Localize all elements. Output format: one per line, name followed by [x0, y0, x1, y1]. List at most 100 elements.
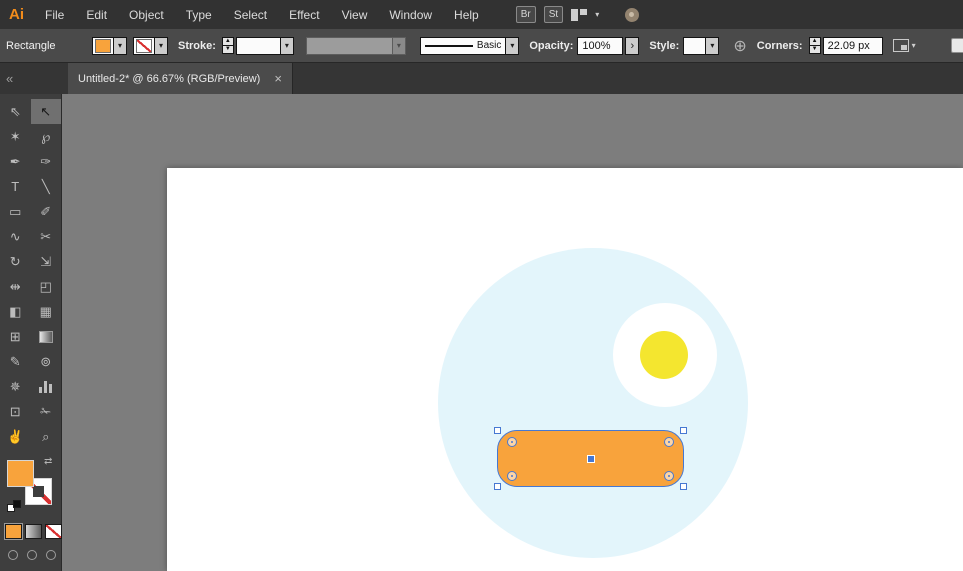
rectangle-tool[interactable]: ▭	[0, 199, 31, 224]
bridge-button[interactable]: Br	[516, 6, 536, 23]
shape-builder-tool[interactable]: ◧	[0, 299, 31, 324]
none-button[interactable]	[45, 524, 62, 539]
swap-fill-stroke-icon[interactable]: ⇄	[44, 456, 52, 467]
magic-wand-tool[interactable]: ✶	[0, 124, 31, 149]
isolate-selected-object-icon[interactable]	[893, 39, 909, 52]
chevron-down-icon[interactable]: ▾	[154, 38, 167, 54]
corner-radius-widget-bottom-right[interactable]	[664, 471, 674, 481]
workspace: ⇖ ↖ ✶ ℘ ✒ ✑ T ╲ ▭ ✐ ∿ ✂ ↻ ⇲ ⇹ ◰ ◧ ▦ ⊞ ✎	[0, 94, 963, 571]
zoom-tool[interactable]: ⌕	[31, 424, 62, 449]
pen-tool[interactable]: ✒	[0, 149, 31, 174]
curvature-tool[interactable]: ✑	[31, 149, 62, 174]
menu-select[interactable]: Select	[223, 8, 278, 22]
type-tool[interactable]: T	[0, 174, 31, 199]
corner-radius-input[interactable]: 22.09 px	[823, 37, 883, 55]
shaper-tool[interactable]: ∿	[0, 224, 31, 249]
collapse-tools-panel-icon[interactable]: «	[0, 63, 68, 94]
draw-inside-icon[interactable]	[46, 550, 56, 560]
menu-effect[interactable]: Effect	[278, 8, 330, 22]
menu-object[interactable]: Object	[118, 8, 175, 22]
selection-handle-bottom-right[interactable]	[680, 483, 687, 490]
slice-tool[interactable]: ✁	[31, 399, 62, 424]
controlbar-right-icons: ▾	[893, 39, 916, 52]
menu-type[interactable]: Type	[175, 8, 223, 22]
variable-width-profile-dropdown[interactable]: Basic ▾	[420, 37, 519, 55]
chevron-down-icon: ▾	[392, 38, 405, 54]
corner-radius-widget-bottom-left[interactable]	[507, 471, 517, 481]
corner-radius-widget-top-right[interactable]	[664, 437, 674, 447]
chevron-down-icon[interactable]: ▾	[595, 10, 599, 19]
chevron-down-icon[interactable]: ▾	[113, 38, 126, 54]
default-fill-stroke-icon[interactable]	[7, 500, 21, 512]
menu-view[interactable]: View	[331, 8, 379, 22]
blend-tool[interactable]: ⊚	[31, 349, 62, 374]
opacity-label: Opacity:	[529, 40, 573, 52]
corners-stepper[interactable]: ▲ ▼	[809, 37, 821, 54]
fill-swatch[interactable]	[7, 460, 34, 487]
close-icon[interactable]: ×	[274, 71, 282, 86]
color-button[interactable]	[5, 524, 22, 539]
stroke-color-picker[interactable]: ▾	[133, 37, 168, 55]
arrange-documents-icon[interactable]	[571, 9, 587, 21]
selection-tool[interactable]: ↖	[31, 99, 62, 124]
free-transform-tool[interactable]: ◰	[31, 274, 62, 299]
direct-selection-tool[interactable]: ⇖	[0, 99, 31, 124]
column-graph-tool[interactable]	[31, 374, 62, 399]
panel-edge-icon[interactable]	[951, 38, 963, 53]
symbol-sprayer-tool[interactable]: ✵	[0, 374, 31, 399]
selection-handle-top-left[interactable]	[494, 427, 501, 434]
brush-definition-dropdown[interactable]: ▾	[306, 37, 406, 55]
eyedropper-tool[interactable]: ✎	[0, 349, 31, 374]
draw-behind-icon[interactable]	[27, 550, 37, 560]
menu-edit[interactable]: Edit	[75, 8, 118, 22]
stepper-down-icon[interactable]: ▼	[809, 45, 821, 54]
corner-radius-widget-top-left[interactable]	[507, 437, 517, 447]
stroke-none-swatch[interactable]	[136, 39, 152, 53]
stock-button[interactable]: St	[544, 6, 563, 23]
stroke-weight-dropdown[interactable]: ▾	[236, 37, 294, 55]
chevron-down-icon[interactable]: ▾	[705, 38, 718, 54]
fill-color-swatch[interactable]	[95, 39, 111, 53]
column-graph-icon	[39, 381, 52, 393]
lasso-tool[interactable]: ℘	[31, 124, 62, 149]
opacity-panel-arrow[interactable]: ›	[625, 37, 639, 55]
scale-tool[interactable]: ⇲	[31, 249, 62, 274]
stepper-down-icon[interactable]: ▼	[222, 45, 234, 54]
stroke-weight-stepper[interactable]: ▲ ▼	[222, 37, 234, 54]
selection-handle-bottom-left[interactable]	[494, 483, 501, 490]
rotate-tool[interactable]: ↻	[0, 249, 31, 274]
draw-mode-buttons	[8, 550, 56, 560]
document-tab-title: Untitled-2* @ 66.67% (RGB/Preview)	[78, 73, 260, 85]
draw-normal-icon[interactable]	[8, 550, 18, 560]
line-segment-tool[interactable]: ╲	[31, 174, 62, 199]
scissors-tool[interactable]: ✂	[31, 224, 62, 249]
stroke-profile-preview	[425, 45, 473, 47]
recolor-artwork-icon[interactable]: ⊕	[733, 36, 746, 56]
width-tool[interactable]: ⇹	[0, 274, 31, 299]
menu-window[interactable]: Window	[378, 8, 443, 22]
paintbrush-tool[interactable]: ✐	[31, 199, 62, 224]
selected-rounded-rectangle[interactable]	[497, 430, 684, 487]
chevron-down-icon[interactable]: ▾	[280, 38, 293, 54]
perspective-grid-tool[interactable]: ▦	[31, 299, 62, 324]
tools-grid: ⇖ ↖ ✶ ℘ ✒ ✑ T ╲ ▭ ✐ ∿ ✂ ↻ ⇲ ⇹ ◰ ◧ ▦ ⊞ ✎	[0, 94, 61, 449]
sun-inner-circle-shape[interactable]	[640, 331, 688, 379]
document-tab[interactable]: Untitled-2* @ 66.67% (RGB/Preview) ×	[68, 63, 293, 94]
sky-circle-shape[interactable]	[438, 248, 748, 558]
menu-help[interactable]: Help	[443, 8, 490, 22]
gradient-button[interactable]	[25, 524, 42, 539]
gradient-tool[interactable]	[31, 324, 62, 349]
artboard-tool[interactable]: ⊡	[0, 399, 31, 424]
mesh-tool[interactable]: ⊞	[0, 324, 31, 349]
hand-tool[interactable]: ✌	[0, 424, 31, 449]
opacity-input[interactable]: 100%	[577, 37, 623, 55]
graphic-style-dropdown[interactable]: ▾	[683, 37, 719, 55]
chevron-down-icon[interactable]: ▾	[912, 41, 916, 50]
gpu-performance-icon[interactable]	[625, 8, 639, 22]
selection-handle-top-right[interactable]	[680, 427, 687, 434]
center-anchor-point[interactable]	[588, 456, 594, 462]
chevron-down-icon[interactable]: ▾	[505, 38, 518, 54]
menu-file[interactable]: File	[34, 8, 75, 22]
canvas-pasteboard[interactable]	[62, 94, 963, 571]
fill-color-picker[interactable]: ▾	[92, 37, 127, 55]
